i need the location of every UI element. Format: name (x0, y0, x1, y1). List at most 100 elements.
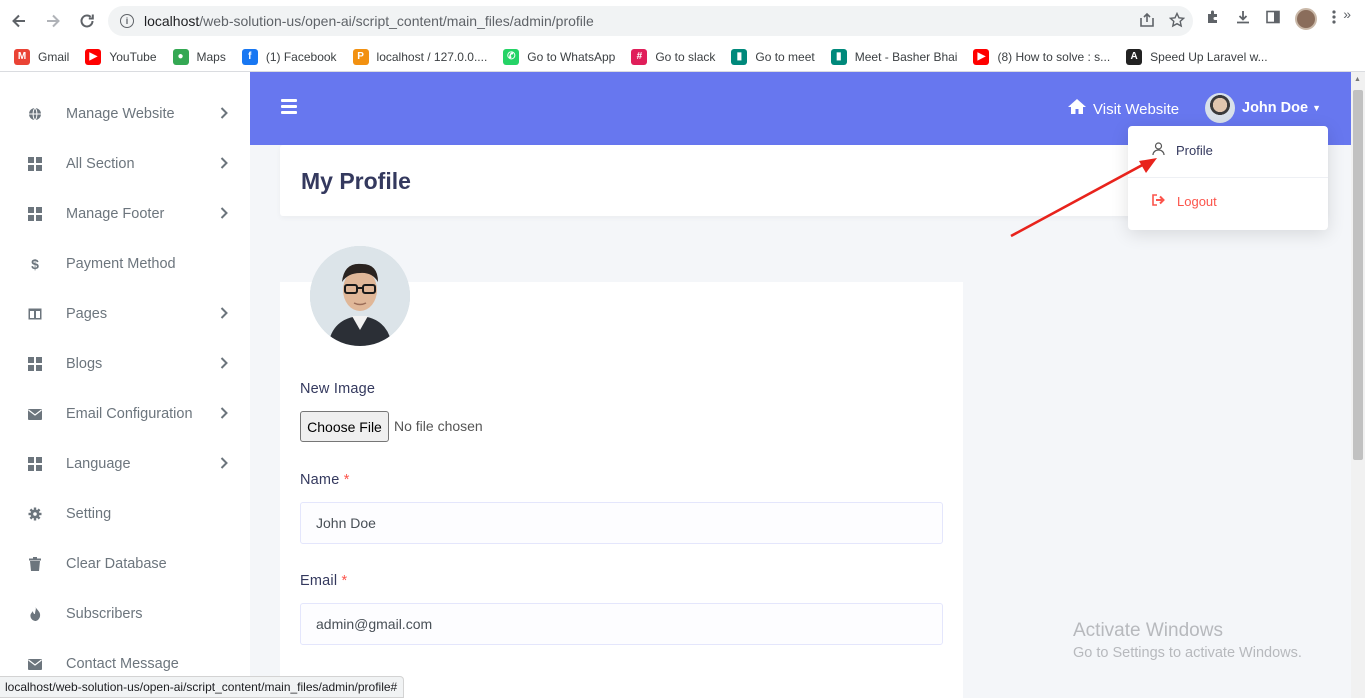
name-label: Name * (300, 472, 350, 488)
browser-profile-avatar[interactable] (1295, 8, 1317, 30)
bookmark-item[interactable]: A Speed Up Laravel w... (1126, 48, 1268, 65)
back-arrow-icon[interactable] (4, 6, 34, 36)
sidebar-item-all-section[interactable]: All Section (0, 139, 250, 189)
laravel-icon: A (1126, 48, 1143, 65)
chevron-right-icon (220, 356, 228, 372)
chevron-right-icon (220, 206, 228, 222)
sidebar-item-label: Blogs (66, 356, 103, 372)
star-icon[interactable] (1168, 11, 1186, 32)
sidebar-item-label: Pages (66, 306, 108, 322)
chevron-right-icon (220, 406, 228, 422)
choose-file-button[interactable]: Choose File (300, 411, 389, 442)
columns-icon (28, 307, 42, 321)
profile-image (310, 246, 410, 346)
email-field[interactable]: admin@gmail.com (300, 603, 943, 645)
bookmark-item[interactable]: ▶ (8) How to solve : s... (973, 48, 1111, 65)
side-panel-icon[interactable] (1265, 9, 1281, 30)
scrollbar-thumb[interactable] (1353, 90, 1363, 460)
visit-website-link[interactable]: Visit Website (1067, 98, 1179, 120)
bookmark-item[interactable]: Plocalhost / 127.0.0.... (352, 48, 488, 65)
youtube-icon: ▶ (973, 48, 990, 65)
hamburger-menu-icon[interactable] (281, 99, 297, 117)
dollar-icon: $ (31, 256, 39, 272)
bookmark-label: Go to slack (655, 49, 716, 64)
bookmark-item[interactable]: # Go to slack (631, 48, 716, 65)
share-icon[interactable] (1139, 12, 1155, 32)
fire-icon (28, 607, 42, 621)
sidebar-item-setting[interactable]: Setting (0, 489, 250, 539)
meet-icon: ▮ (830, 48, 847, 65)
bookmark-label: Gmail (38, 49, 70, 64)
meet-icon: ▮ (731, 48, 748, 65)
sidebar: Manage Website All Section Manage Footer $ P… (0, 72, 250, 698)
activate-windows-subtitle: Go to Settings to activate Windows. (1073, 645, 1302, 661)
user-menu-toggle[interactable]: John Doe ▼ (1205, 93, 1321, 123)
sidebar-item-email-configuration[interactable]: Email Configuration (0, 389, 250, 439)
sidebar-item-label: Language (66, 456, 131, 472)
sidebar-item-pages[interactable]: Pages (0, 289, 250, 339)
sidebar-item-label: Setting (66, 506, 112, 522)
name-field[interactable]: John Doe (300, 502, 943, 544)
sidebar-item-clear-database[interactable]: Clear Database (0, 539, 250, 589)
grid-icon (28, 207, 42, 221)
bookmark-item[interactable]: ▶ YouTube (85, 48, 157, 65)
email-label-text: Email (300, 573, 338, 589)
grid-icon (28, 457, 42, 471)
sidebar-item-label: Payment Method (66, 256, 176, 272)
sidebar-item-label: Manage Footer (66, 206, 165, 222)
sidebar-item-language[interactable]: Language (0, 439, 250, 489)
bookmarks-bar: M Gmail ▶ YouTube ● Maps f (1) Facebook Plocalho… (0, 42, 1365, 72)
user-avatar (1205, 93, 1235, 123)
bookmark-label: YouTube (109, 49, 157, 64)
visit-website-label: Visit Website (1093, 100, 1180, 118)
caret-down-icon: ▼ (1312, 103, 1321, 113)
sidebar-item-manage-footer[interactable]: Manage Footer (0, 189, 250, 239)
user-name: John Doe (1242, 100, 1309, 116)
sidebar-item-subscribers[interactable]: Subscribers (0, 589, 250, 639)
bookmark-item[interactable]: ▮ Go to meet (731, 48, 815, 65)
bookmark-item[interactable]: M Gmail (14, 48, 70, 65)
maps-icon: ● (172, 48, 189, 65)
name-label-text: Name (300, 472, 340, 488)
sidebar-item-label: Contact Message (66, 656, 179, 672)
bookmark-label: Go to meet (755, 49, 815, 64)
download-icon[interactable] (1235, 9, 1251, 30)
bookmarks-overflow-icon[interactable]: » (1343, 6, 1351, 22)
required-mark: * (343, 472, 350, 488)
puzzle-icon[interactable] (1205, 9, 1221, 30)
grid-icon (28, 357, 42, 371)
scroll-up-arrow-icon[interactable]: ▲ (1354, 76, 1361, 83)
sidebar-item-manage-website[interactable]: Manage Website (0, 89, 250, 139)
trash-icon (28, 557, 42, 571)
bookmark-item[interactable]: ▮ Meet - Basher Bhai (830, 48, 957, 65)
bookmark-label: (8) How to solve : s... (997, 49, 1111, 64)
whatsapp-icon: ✆ (503, 48, 520, 65)
globe-icon (28, 107, 42, 121)
bookmark-label: Speed Up Laravel w... (1150, 49, 1268, 64)
sidebar-item-label: All Section (66, 156, 135, 172)
chevron-right-icon (220, 106, 228, 122)
required-mark: * (341, 573, 348, 589)
address-bar[interactable]: i localhost/web-solution-us/open-ai/scri… (108, 6, 1193, 36)
sidebar-item-payment-method[interactable]: $ Payment Method (0, 239, 250, 289)
forward-arrow-icon[interactable] (38, 6, 68, 36)
kebab-menu-icon[interactable] (1331, 9, 1337, 30)
file-status-text: No file chosen (394, 418, 483, 434)
bookmark-label: localhost / 127.0.0.... (376, 49, 488, 64)
reload-icon[interactable] (72, 6, 102, 36)
chevron-right-icon (220, 306, 228, 322)
link-status-bar: localhost/web-solution-us/open-ai/script… (0, 676, 405, 698)
bookmark-item[interactable]: ● Maps (172, 48, 226, 65)
chevron-right-icon (220, 456, 228, 472)
bookmark-item[interactable]: f (1) Facebook (241, 48, 337, 65)
url-text[interactable]: localhost/web-solution-us/open-ai/script… (144, 13, 594, 29)
envelope-icon (28, 657, 42, 671)
logout-label: Logout (1177, 194, 1217, 209)
new-image-label: New Image (300, 381, 376, 397)
sidebar-item-label: Subscribers (66, 606, 143, 622)
info-icon[interactable]: i (120, 14, 134, 28)
bookmark-item[interactable]: ✆ Go to WhatsApp (503, 48, 615, 65)
facebook-icon: f (241, 48, 258, 65)
sidebar-item-blogs[interactable]: Blogs (0, 339, 250, 389)
annotation-arrow (1010, 158, 1157, 238)
